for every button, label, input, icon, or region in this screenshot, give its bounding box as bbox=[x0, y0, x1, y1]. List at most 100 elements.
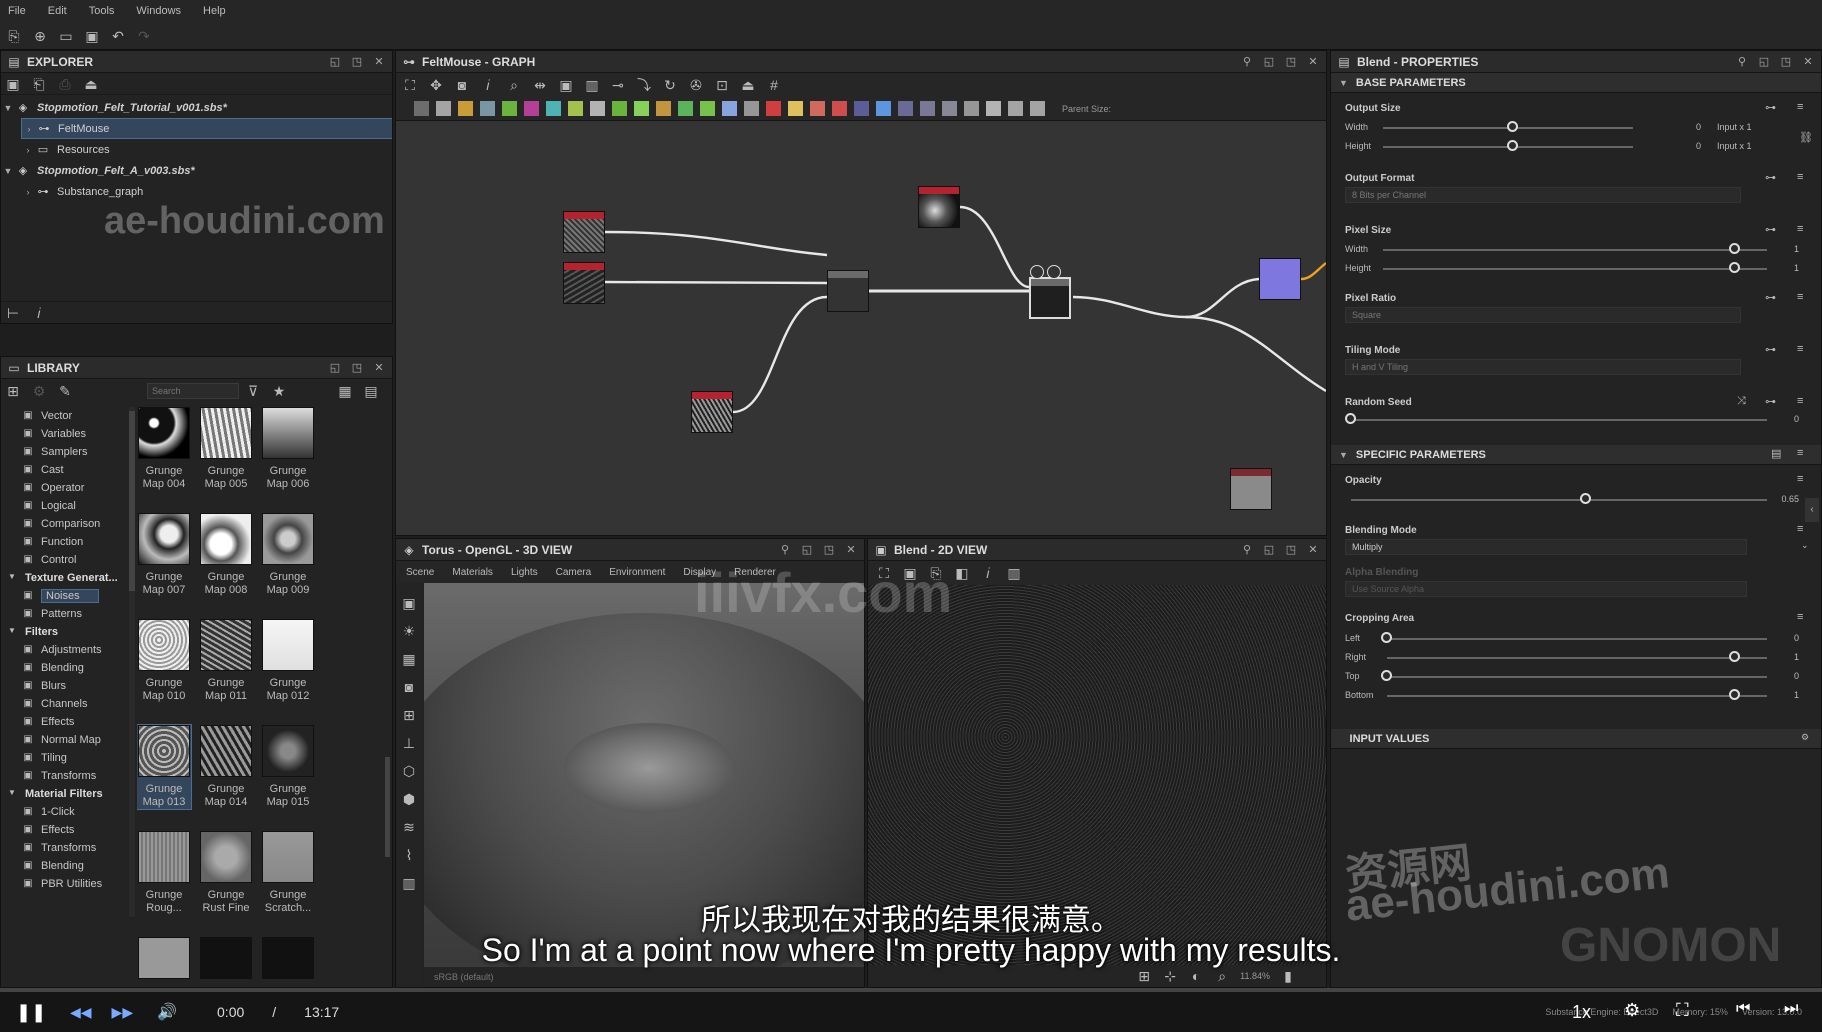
view3d-menu-lights[interactable]: Lights bbox=[511, 567, 538, 578]
atomic-node-icon[interactable] bbox=[832, 101, 847, 116]
connect-icon[interactable]: ⤵ bbox=[636, 77, 652, 93]
tree-graph-feltmouse[interactable]: › ⊶ FeltMouse bbox=[21, 118, 392, 139]
library-thumb[interactable]: Grunge Map 015 bbox=[261, 725, 315, 809]
library-thumb[interactable]: Grunge Map 004 bbox=[137, 407, 191, 491]
publish-icon[interactable]: ⏏ bbox=[83, 76, 99, 92]
crop-right-knob[interactable] bbox=[1729, 651, 1740, 662]
atomic-node-icon[interactable] bbox=[788, 101, 803, 116]
crop-bottom-value[interactable]: 1 bbox=[1769, 690, 1799, 700]
thumb-scrollbar[interactable] bbox=[385, 757, 390, 857]
hierarchy-icon[interactable]: ⊢ bbox=[5, 305, 21, 321]
library-item[interactable]: ▣ Variables bbox=[5, 425, 131, 443]
close-icon[interactable]: ✕ bbox=[844, 543, 858, 556]
new-graph-icon[interactable]: ⎘ bbox=[6, 28, 22, 44]
fullscreen-icon[interactable]: ⛶ bbox=[1676, 1000, 1689, 1021]
graph-node[interactable] bbox=[563, 262, 605, 304]
library-item[interactable]: ▣ Noises bbox=[5, 587, 131, 605]
histogram-icon[interactable]: ▥ bbox=[1006, 565, 1022, 581]
tree-folder-resources[interactable]: › ▭ Resources bbox=[21, 139, 392, 160]
settings-icon[interactable]: ⚙ bbox=[31, 383, 47, 399]
expand-arrow-icon[interactable]: › bbox=[22, 124, 36, 134]
library-thumb[interactable]: Grunge Map 011 bbox=[199, 619, 253, 703]
library-thumb[interactable]: Grunge Map 008 bbox=[199, 513, 253, 597]
close-icon[interactable]: ✕ bbox=[372, 361, 386, 374]
selected-blend-node[interactable] bbox=[1029, 277, 1071, 319]
atomic-node-icon[interactable] bbox=[964, 101, 979, 116]
atomic-node-icon[interactable] bbox=[480, 101, 495, 116]
menu-tools[interactable]: Tools bbox=[89, 5, 115, 17]
crop-bottom-knob[interactable] bbox=[1729, 689, 1740, 700]
param-menu-icon[interactable]: ≡ bbox=[1797, 611, 1803, 623]
atomic-node-icon[interactable] bbox=[612, 101, 627, 116]
pixel-height-slider[interactable] bbox=[1383, 268, 1767, 270]
library-item[interactable]: ▣ Blending bbox=[5, 857, 131, 875]
blend-node[interactable] bbox=[827, 270, 869, 312]
node-preview-icon[interactable] bbox=[1047, 265, 1061, 279]
opacity-value[interactable]: 0.65 bbox=[1769, 494, 1799, 504]
grid-view-icon[interactable]: ▦ bbox=[337, 383, 353, 399]
view3d-menu-materials[interactable]: Materials bbox=[452, 567, 493, 578]
library-item[interactable]: ▣ Comparison bbox=[5, 515, 131, 533]
settings-hd-icon[interactable]: ⚙ bbox=[1624, 1000, 1640, 1021]
screenshot-icon[interactable]: ◙ bbox=[454, 77, 470, 93]
library-item[interactable]: ▣ Operator bbox=[5, 479, 131, 497]
output-height-knob[interactable] bbox=[1507, 140, 1518, 151]
opacity-knob[interactable] bbox=[1580, 493, 1591, 504]
crop-right-slider[interactable] bbox=[1387, 657, 1767, 659]
layout-icon[interactable]: ▣ bbox=[558, 77, 574, 93]
atomic-node-icon[interactable] bbox=[920, 101, 935, 116]
pin-icon[interactable]: ⚲ bbox=[1735, 55, 1749, 68]
crop-right-value[interactable]: 1 bbox=[1769, 652, 1799, 662]
node-info-icon[interactable] bbox=[1030, 265, 1044, 279]
atomic-node-icon[interactable] bbox=[744, 101, 759, 116]
shuffle-icon[interactable]: ⤨ bbox=[1737, 395, 1746, 408]
link-param-icon[interactable]: ⊶ bbox=[1765, 223, 1776, 236]
menu-file[interactable]: File bbox=[8, 5, 26, 17]
random-seed-value[interactable]: 0 bbox=[1769, 414, 1799, 424]
layers-icon[interactable]: ≋ bbox=[401, 819, 417, 835]
pin-icon[interactable]: ⚲ bbox=[1240, 543, 1254, 556]
output-width-value[interactable]: 0 bbox=[1671, 122, 1701, 132]
link-ratio-icon[interactable]: ⛓ bbox=[1799, 131, 1813, 144]
pixel-width-knob[interactable] bbox=[1729, 243, 1740, 254]
graph-node[interactable] bbox=[691, 391, 733, 433]
crop-bottom-slider[interactable] bbox=[1387, 695, 1767, 697]
library-item[interactable]: ▣ Cast bbox=[5, 461, 131, 479]
tree-graph-substance[interactable]: › ⊶ Substance_graph bbox=[21, 181, 392, 202]
float-icon[interactable]: ◱ bbox=[1757, 55, 1771, 68]
atomic-node-icon[interactable] bbox=[568, 101, 583, 116]
fit-icon[interactable]: ✥ bbox=[428, 77, 444, 93]
pixel-height-knob[interactable] bbox=[1729, 262, 1740, 273]
cube-icon[interactable]: ⬡ bbox=[401, 763, 417, 779]
atomic-node-icon[interactable] bbox=[546, 101, 561, 116]
rewind-icon[interactable]: ◀◀ bbox=[70, 1004, 92, 1021]
output-node[interactable] bbox=[1259, 258, 1301, 300]
pin-icon[interactable]: ⚲ bbox=[1240, 55, 1254, 68]
output-width-mode[interactable]: Input x 1 bbox=[1717, 122, 1752, 132]
random-seed-knob[interactable] bbox=[1345, 413, 1356, 424]
random-seed-slider[interactable] bbox=[1351, 419, 1767, 421]
grid-icon[interactable]: # bbox=[766, 77, 782, 93]
atomic-node-icon[interactable] bbox=[414, 101, 429, 116]
library-search-input[interactable] bbox=[147, 383, 239, 399]
zoom-level[interactable]: 11.84% bbox=[1240, 971, 1270, 981]
library-thumb[interactable]: Grunge Map 014 bbox=[199, 725, 253, 809]
pixel-height-value[interactable]: 1 bbox=[1769, 263, 1799, 273]
crop-left-slider[interactable] bbox=[1387, 638, 1767, 640]
new-package-icon[interactable]: ⊕ bbox=[32, 28, 48, 44]
library-item[interactable]: ▣ Effects bbox=[5, 821, 131, 839]
library-thumb[interactable]: Grunge Map 006 bbox=[261, 407, 315, 491]
library-thumb[interactable]: Grunge Map 010 bbox=[137, 619, 191, 703]
expand-arrow-icon[interactable]: › bbox=[21, 145, 35, 155]
view3d-menu-scene[interactable]: Scene bbox=[406, 567, 434, 578]
collapse-arrow-icon[interactable] bbox=[1339, 734, 1342, 744]
graph-node[interactable] bbox=[918, 186, 960, 228]
section-menu-icon[interactable]: ≡ bbox=[1797, 447, 1803, 459]
atomic-node-icon[interactable] bbox=[722, 101, 737, 116]
atomic-node-icon[interactable] bbox=[1030, 101, 1045, 116]
maximize-icon[interactable]: ◳ bbox=[822, 543, 836, 556]
undo-icon[interactable]: ↶ bbox=[110, 28, 126, 44]
library-item[interactable]: ▣ Patterns bbox=[5, 605, 131, 623]
param-menu-icon[interactable]: ≡ bbox=[1797, 223, 1803, 235]
atomic-node-icon[interactable] bbox=[590, 101, 605, 116]
